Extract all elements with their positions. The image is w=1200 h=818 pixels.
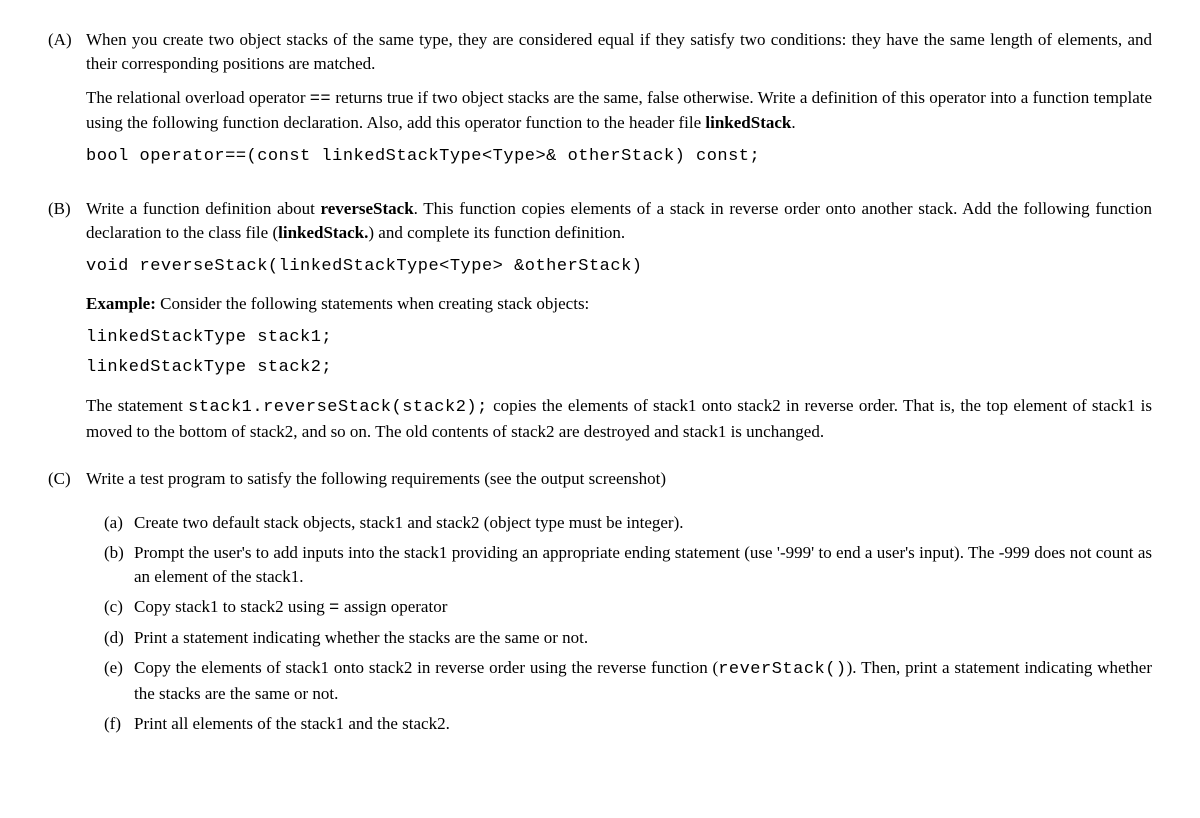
- section-a-body: When you create two object stacks of the…: [86, 28, 1152, 183]
- section-b-code2b: linkedStackType stack2;: [86, 356, 1152, 380]
- subitem-e-label: (e): [104, 656, 134, 706]
- linkedstack-file-word: linkedStack.: [278, 223, 368, 242]
- subitem-d-body: Print a statement indicating whether the…: [134, 626, 1152, 650]
- section-c-sublist: (a) Create two default stack objects, st…: [104, 511, 1152, 735]
- subitem-a-label: (a): [104, 511, 134, 535]
- subitem-e: (e) Copy the elements of stack1 onto sta…: [104, 656, 1152, 706]
- section-b-p2: The statement stack1.reverseStack(stack2…: [86, 394, 1152, 444]
- text: Copy stack1 to stack2 using: [134, 597, 329, 616]
- subitem-d-label: (d): [104, 626, 134, 650]
- linkedstack-word: linkedStack: [705, 113, 791, 132]
- subitem-b: (b) Prompt the user's to add inputs into…: [104, 541, 1152, 589]
- section-c: (C) Write a test program to satisfy the …: [48, 467, 1152, 501]
- subitem-f-label: (f): [104, 712, 134, 736]
- section-b: (B) Write a function definition about re…: [48, 197, 1152, 453]
- section-c-label: (C): [48, 467, 86, 501]
- text: The relational overload operator: [86, 88, 310, 107]
- section-b-label: (B): [48, 197, 86, 453]
- equals-operator: ==: [310, 90, 331, 109]
- section-b-code2a: linkedStackType stack1;: [86, 326, 1152, 350]
- section-a-label: (A): [48, 28, 86, 183]
- text: Write a function definition about: [86, 199, 321, 218]
- text: The statement: [86, 396, 188, 415]
- section-a-code: bool operator==(const linkedStackType<Ty…: [86, 145, 1152, 169]
- subitem-c-body: Copy stack1 to stack2 using = assign ope…: [134, 595, 1152, 621]
- section-a-p2: The relational overload operator == retu…: [86, 86, 1152, 136]
- subitem-f-body: Print all elements of the stack1 and the…: [134, 712, 1152, 736]
- subitem-e-body: Copy the elements of stack1 onto stack2 …: [134, 656, 1152, 706]
- section-c-body: Write a test program to satisfy the foll…: [86, 467, 1152, 501]
- section-b-body: Write a function definition about revers…: [86, 197, 1152, 453]
- section-b-p1: Write a function definition about revers…: [86, 197, 1152, 245]
- reversestack-call: stack1.reverseStack(stack2);: [188, 398, 488, 417]
- subitem-f: (f) Print all elements of the stack1 and…: [104, 712, 1152, 736]
- section-a-p1: When you create two object stacks of the…: [86, 28, 1152, 76]
- subitem-b-body: Prompt the user's to add inputs into the…: [134, 541, 1152, 589]
- text: ) and complete its function definition.: [368, 223, 625, 242]
- assign-operator: =: [329, 599, 340, 618]
- reversestack-word: reverseStack: [321, 199, 414, 218]
- subitem-c: (c) Copy stack1 to stack2 using = assign…: [104, 595, 1152, 621]
- reverstack-fn: reverStack(): [718, 660, 846, 679]
- text: Copy the elements of stack1 onto stack2 …: [134, 658, 718, 677]
- subitem-a: (a) Create two default stack objects, st…: [104, 511, 1152, 535]
- section-b-code1: void reverseStack(linkedStackType<Type> …: [86, 255, 1152, 279]
- text: Consider the following statements when c…: [156, 294, 589, 313]
- section-a: (A) When you create two object stacks of…: [48, 28, 1152, 183]
- subitem-c-label: (c): [104, 595, 134, 621]
- subitem-d: (d) Print a statement indicating whether…: [104, 626, 1152, 650]
- text: assign operator: [340, 597, 448, 616]
- text: .: [791, 113, 795, 132]
- section-b-example: Example: Consider the following statemen…: [86, 292, 1152, 316]
- subitem-b-label: (b): [104, 541, 134, 589]
- example-label: Example:: [86, 294, 156, 313]
- subitem-a-body: Create two default stack objects, stack1…: [134, 511, 1152, 535]
- section-c-p1: Write a test program to satisfy the foll…: [86, 467, 1152, 491]
